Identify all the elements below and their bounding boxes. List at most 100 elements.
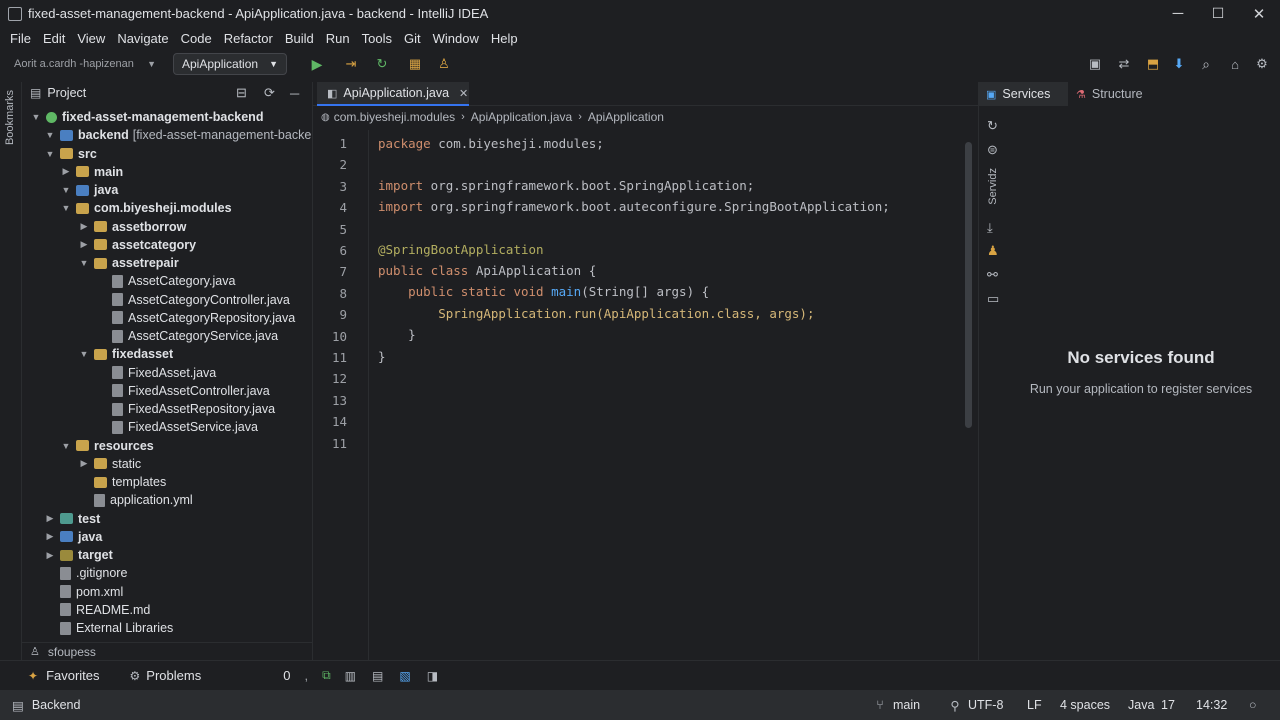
tree-item[interactable]: FixedAssetController.java [108, 382, 270, 400]
menu-git[interactable]: Git [398, 31, 427, 46]
close-window-button[interactable]: ✕ [1239, 0, 1279, 27]
language-version[interactable]: 17 [1161, 698, 1175, 712]
menu-tools[interactable]: Tools [356, 31, 398, 46]
coverage-icon[interactable]: ↻ [374, 56, 390, 72]
editor-scrollbar[interactable] [965, 142, 972, 428]
services-tool-icon[interactable]: ▤ [372, 669, 383, 683]
breadcrumb-package[interactable]: com.biyesheji.modules [334, 110, 455, 124]
chevron-right-icon[interactable]: ▶ [60, 166, 72, 177]
menu-run[interactable]: Run [320, 31, 356, 46]
tree-item[interactable]: AssetCategoryService.java [108, 327, 278, 345]
tree-item[interactable]: ▼ assetrepair [78, 254, 179, 272]
tree-item[interactable]: AssetCategoryController.java [108, 291, 290, 309]
project-status[interactable]: Backend [32, 698, 81, 712]
hide-panel-icon[interactable]: ─ [290, 86, 299, 101]
tree-item[interactable]: application.yml [78, 491, 193, 509]
language[interactable]: Java [1128, 698, 1154, 712]
tree-item[interactable]: ▶ assetborrow [78, 218, 187, 236]
menu-window[interactable]: Window [427, 31, 485, 46]
tree-item[interactable]: External Libraries [44, 619, 173, 637]
tree-item[interactable]: ▶ test [44, 510, 101, 528]
menu-code[interactable]: Code [175, 31, 218, 46]
profiler-icon[interactable]: ♙ [436, 56, 452, 72]
menu-view[interactable]: View [71, 31, 111, 46]
layout-icon[interactable]: ▣ [1087, 56, 1103, 72]
update-icon[interactable]: ⬇ [1171, 56, 1187, 72]
breadcrumb-class[interactable]: ApiApplication [588, 110, 664, 124]
tree-item[interactable]: AssetCategoryRepository.java [108, 309, 295, 327]
footer-label[interactable]: sfoupess [48, 645, 96, 659]
tab-apiapplication[interactable]: ◧ ApiApplication.java ✕ [317, 82, 469, 106]
download-icon[interactable]: ⤓ [987, 220, 993, 236]
tree-item[interactable]: pom.xml [44, 583, 123, 601]
group-icon[interactable]: ⊜ [987, 142, 998, 158]
menu-build[interactable]: Build [279, 31, 320, 46]
menu-refactor[interactable]: Refactor [218, 31, 279, 46]
diff-icon[interactable]: ⇄ [1116, 56, 1132, 72]
search-everywhere-box[interactable]: Aorit a.cardh -hapizenan ▼ [6, 53, 164, 75]
tree-item[interactable]: README.md [44, 601, 150, 619]
minimize-button[interactable]: ─ [1158, 0, 1198, 27]
tree-item[interactable]: ▼ backend [fixed-asset-management-backend] [44, 126, 329, 144]
chevron-down-icon[interactable]: ▼ [60, 185, 72, 195]
tree-item[interactable]: AssetCategory.java [108, 272, 235, 290]
code-editor[interactable]: package com.biyesheji.modules; import or… [313, 130, 953, 660]
chevron-down-icon[interactable]: ▼ [60, 203, 72, 213]
problems-tab[interactable]: Problems [146, 668, 201, 683]
tree-item[interactable]: ▼ java [60, 181, 119, 199]
chevron-right-icon[interactable]: ▶ [44, 531, 56, 542]
favorites-tab[interactable]: Favorites [46, 668, 99, 683]
todo-tool-icon[interactable]: ◨ [427, 669, 438, 683]
menu-file[interactable]: File [4, 31, 37, 46]
line-separator[interactable]: LF [1027, 698, 1042, 712]
git-icon[interactable]: ⧉ [322, 668, 331, 683]
tree-item[interactable]: FixedAssetService.java [108, 418, 258, 436]
play-icon[interactable]: ▶ [309, 56, 325, 72]
run-config-select[interactable]: ApiApplication ▼ [173, 53, 287, 75]
chevron-down-icon[interactable]: ▼ [78, 349, 90, 359]
link-icon[interactable]: ⚯ [987, 267, 998, 283]
tree-item[interactable]: ▶ main [60, 163, 124, 181]
vcs-icon[interactable]: ⬒ [1145, 56, 1161, 72]
tree-item[interactable]: ▶ java [44, 528, 103, 546]
terminal-tool-icon[interactable]: ▧ [399, 669, 410, 683]
chevron-down-icon[interactable]: ▼ [30, 112, 42, 122]
search-icon[interactable]: ⌕ [1198, 56, 1214, 72]
indent[interactable]: 4 spaces [1060, 698, 1110, 712]
chevron-down-icon[interactable]: ▼ [44, 149, 56, 159]
tree-item[interactable]: ▶ assetcategory [78, 236, 197, 254]
chevron-down-icon[interactable]: ▼ [60, 441, 72, 451]
breadcrumb-file[interactable]: ApiApplication.java [471, 110, 572, 124]
chevron-right-icon[interactable]: ▶ [44, 513, 56, 524]
status-circle-icon[interactable]: ○ [1249, 698, 1257, 712]
menu-help[interactable]: Help [485, 31, 524, 46]
chevron-right-icon[interactable]: ▶ [78, 221, 90, 232]
menu-edit[interactable]: Edit [37, 31, 71, 46]
terminal-icon[interactable]: ▭ [987, 291, 999, 307]
chevron-right-icon[interactable]: ▶ [78, 239, 90, 250]
tree-item[interactable]: .gitignore [44, 564, 127, 582]
chevron-down-icon[interactable]: ▼ [44, 130, 56, 140]
project-title[interactable]: Project [47, 86, 86, 100]
chevron-right-icon[interactable]: ▶ [78, 458, 90, 469]
close-tab-icon[interactable]: ✕ [459, 87, 468, 100]
collapse-all-icon[interactable]: ⊟ [236, 85, 247, 101]
refresh-icon[interactable]: ↻ [987, 118, 998, 134]
encoding[interactable]: UTF-8 [968, 698, 1003, 712]
pin-icon[interactable]: ♟ [987, 243, 999, 259]
tree-item[interactable]: ▶ target [44, 546, 113, 564]
bookmarks-strip-label[interactable]: Bookmarks [4, 90, 16, 145]
refresh-icon[interactable]: ⟳ [264, 85, 275, 101]
tree-item[interactable]: ▼ src [44, 145, 97, 163]
menu-navigate[interactable]: Navigate [111, 31, 174, 46]
tree-item[interactable]: ▼ com.biyesheji.modules [60, 199, 232, 217]
tree-item[interactable]: FixedAsset.java [108, 364, 216, 382]
chevron-right-icon[interactable]: ▶ [44, 550, 56, 561]
tree-item[interactable]: templates [78, 473, 166, 491]
settings-icon[interactable]: ⚙ [1254, 56, 1270, 72]
debug-icon[interactable]: ⇥ [343, 56, 359, 72]
chevron-down-icon[interactable]: ▼ [78, 258, 90, 268]
tree-item[interactable]: FixedAssetRepository.java [108, 400, 275, 418]
notifications-icon[interactable]: ⌂ [1227, 56, 1243, 72]
tree-item[interactable]: ▼ fixedasset [78, 345, 174, 363]
